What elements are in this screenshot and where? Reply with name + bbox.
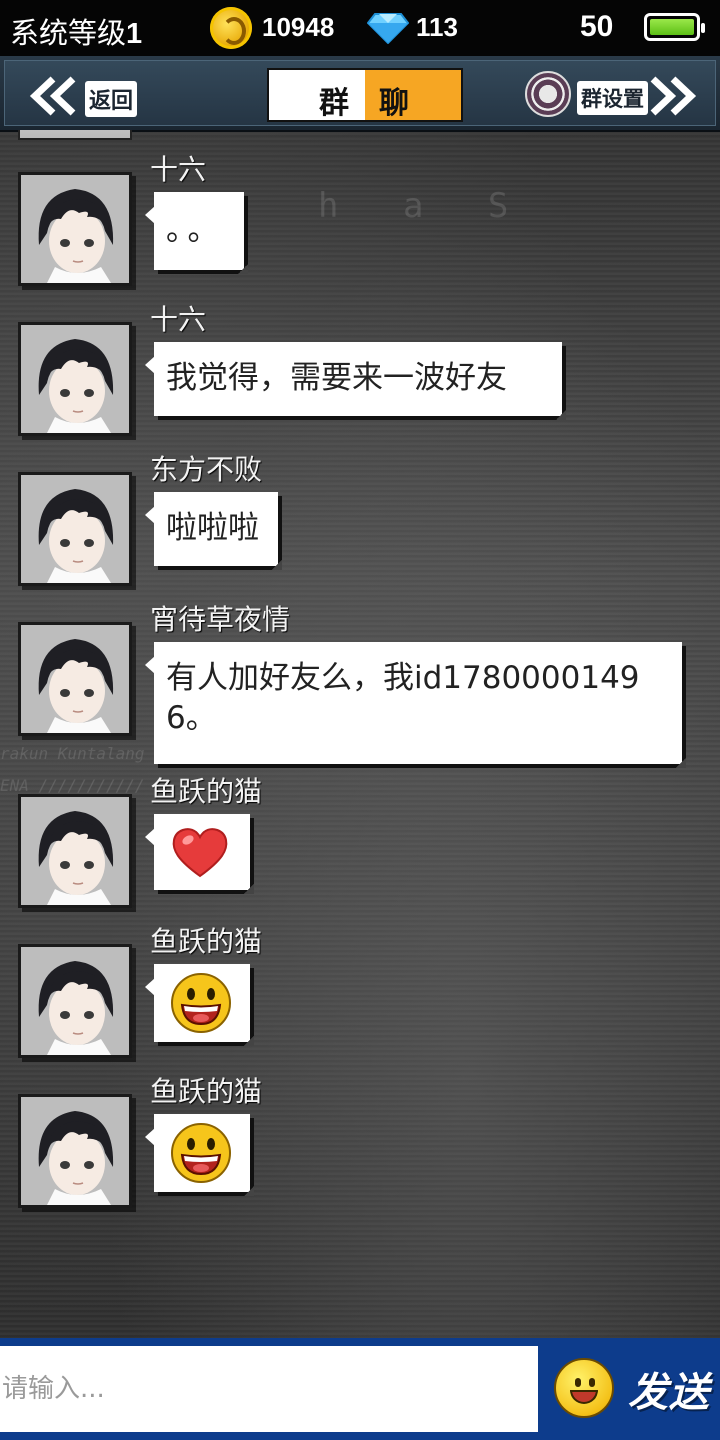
emoji-eye: [589, 1378, 595, 1387]
avatar-portrait: [21, 797, 129, 905]
message-bubble[interactable]: 。。: [145, 192, 248, 274]
emoji-mouth: [570, 1390, 598, 1404]
diamond-count: 113: [416, 12, 458, 42]
diamond-icon: [367, 13, 409, 44]
page-title: 群 聊: [267, 68, 463, 122]
group-settings-button[interactable]: 群设置: [577, 81, 648, 115]
avatar-portrait: [21, 1097, 129, 1205]
system-level-value: 1: [126, 18, 143, 50]
coin-count: 10948: [262, 12, 335, 42]
double-chevron-left-icon[interactable]: [29, 76, 81, 116]
avatar[interactable]: [18, 322, 132, 436]
emoji-eye: [575, 1378, 581, 1387]
battery-fill: [650, 19, 694, 35]
system-level-label: 系统等级: [10, 18, 127, 50]
sender-name: 十六: [150, 303, 207, 336]
grin-emoji-icon: [171, 973, 231, 1033]
battery-icon: [644, 13, 705, 41]
message-bubble[interactable]: 我觉得，需要来一波好友: [145, 342, 566, 420]
sender-name: 鱼跃的猫: [150, 1075, 263, 1108]
avatar-portrait: [21, 175, 129, 283]
sender-name: 鱼跃的猫: [150, 775, 263, 808]
avatar-portrait: [21, 475, 129, 583]
message-bubble[interactable]: [145, 814, 254, 894]
avatar[interactable]: [18, 472, 132, 586]
send-button[interactable]: 发送: [628, 1360, 710, 1418]
coin-icon: [210, 7, 252, 49]
energy-count: 50: [580, 10, 614, 43]
back-button[interactable]: 返回: [85, 81, 138, 117]
avatar[interactable]: [18, 172, 132, 286]
status-bar: 系统等级1 10948 113 50: [0, 0, 720, 56]
system-level: 系统等级1: [10, 10, 142, 52]
sender-name: 鱼跃的猫: [150, 925, 263, 958]
double-chevron-right-icon[interactable]: [645, 76, 697, 116]
title-text-right: 聊: [379, 86, 409, 121]
avatar[interactable]: [18, 944, 132, 1058]
group-settings-icon[interactable]: [525, 71, 571, 117]
grin-emoji-icon: [171, 1123, 231, 1183]
emoji-button[interactable]: [554, 1358, 614, 1418]
sender-name: 宵待草夜情: [150, 603, 291, 636]
message-bubble[interactable]: 啦啦啦: [145, 492, 282, 570]
message-bubble[interactable]: [145, 1114, 254, 1196]
message-bubble[interactable]: [145, 964, 254, 1046]
chat-message-list[interactable]: 十六 。。 十六 我觉得，需要来一波好友 东方不败 啦啦啦 宵待草夜情 有人加好…: [0, 130, 720, 1338]
avatar[interactable]: [18, 794, 132, 908]
chat-header: 返回 群 聊 群设置: [0, 56, 720, 132]
header-panel: 返回 群 聊 群设置: [4, 60, 716, 126]
message-input[interactable]: [0, 1346, 538, 1432]
avatar[interactable]: [18, 130, 132, 140]
avatar-portrait: [21, 625, 129, 733]
avatar-portrait: [21, 947, 129, 1055]
avatar-portrait: [21, 325, 129, 433]
title-text-left: 群: [319, 86, 349, 121]
message-bubble[interactable]: 有人加好友么，我id17800001496。: [145, 642, 686, 768]
avatar[interactable]: [18, 1094, 132, 1208]
sender-name: 十六: [150, 153, 207, 186]
heart-icon: [172, 828, 228, 878]
sender-name: 东方不败: [150, 453, 263, 486]
avatar[interactable]: [18, 622, 132, 736]
message-input-bar: 发送: [0, 1338, 720, 1440]
